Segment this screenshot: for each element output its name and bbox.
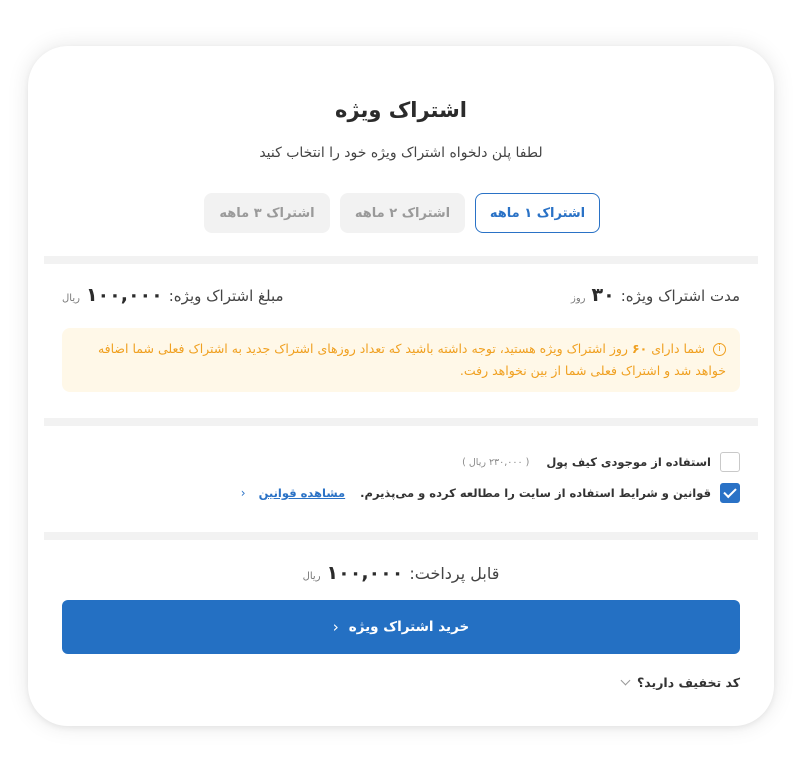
page-subtitle: لطفا پلن دلخواه اشتراک ویژه خود را انتخا… xyxy=(259,145,543,161)
chevron-down-icon xyxy=(620,675,631,686)
notice-text-before: شما دارای xyxy=(651,341,706,356)
plan-tabs: اشتراک ۱ ماهه اشتراک ۲ ماهه اشتراک ۳ ماه… xyxy=(204,193,600,233)
duration-label: مدت اشتراک ویژه: xyxy=(620,287,740,305)
section-divider xyxy=(44,532,758,540)
amount-value: ۱۰۰,۰۰۰ xyxy=(85,284,163,306)
duration-summary: مدت اشتراک ویژه: ۳۰ روز xyxy=(571,284,740,306)
wallet-label: استفاده از موجودی کیف پول xyxy=(546,455,711,469)
terms-option: قوانین و شرایط استفاده از سایت را مطالعه… xyxy=(62,481,740,505)
summary-row: مدت اشتراک ویژه: ۳۰ روز مبلغ اشتراک ویژه… xyxy=(62,284,740,310)
amount-label: مبلغ اشتراک ویژه: xyxy=(168,287,284,305)
amount-unit: ریال xyxy=(62,293,80,304)
tab-plan-1-month[interactable]: اشتراک ۱ ماهه xyxy=(475,193,600,233)
chevron-left-icon: ‹ xyxy=(332,618,339,636)
payable-label: قابل پرداخت: xyxy=(409,564,500,583)
subscription-notice: i شما دارای ۶۰ روز اشتراک ویژه هستید، تو… xyxy=(62,328,740,392)
payable-value: ۱۰۰,۰۰۰ xyxy=(326,562,404,584)
view-terms-link[interactable]: مشاهده قوانین xyxy=(259,486,346,500)
buy-subscription-button[interactable]: خرید اشتراک ویژه ‹ xyxy=(62,600,740,654)
subscription-card: اشتراک ویژه لطفا پلن دلخواه اشتراک ویژه … xyxy=(28,46,774,726)
amount-summary: مبلغ اشتراک ویژه: ۱۰۰,۰۰۰ ریال xyxy=(62,284,284,306)
buy-button-label: خرید اشتراک ویژه xyxy=(348,619,470,635)
info-icon: i xyxy=(713,343,726,356)
section-divider xyxy=(44,418,758,426)
section-divider xyxy=(44,256,758,264)
tab-plan-2-month[interactable]: اشتراک ۲ ماهه xyxy=(340,193,465,233)
tab-plan-3-month[interactable]: اشتراک ۳ ماهه xyxy=(204,193,330,233)
duration-value: ۳۰ xyxy=(591,284,615,306)
chevron-left-icon: ‹ xyxy=(240,486,246,500)
discount-code-toggle[interactable]: کد تخفیف دارید؟ xyxy=(620,675,740,690)
duration-unit: روز xyxy=(570,293,586,304)
terms-checkbox[interactable] xyxy=(720,483,740,503)
payable-unit: ریال xyxy=(302,571,321,582)
page-title: اشتراک ویژه xyxy=(335,98,467,122)
wallet-option: استفاده از موجودی کیف پول ( ۲۳۰,۰۰۰ ریال… xyxy=(62,450,740,474)
wallet-balance: ( ۲۳۰,۰۰۰ ریال ) xyxy=(462,456,530,468)
wallet-checkbox[interactable] xyxy=(720,452,740,472)
notice-days: ۶۰ xyxy=(631,341,648,356)
options-list: استفاده از موجودی کیف پول ( ۲۳۰,۰۰۰ ریال… xyxy=(62,450,740,512)
discount-label: کد تخفیف دارید؟ xyxy=(637,675,740,690)
terms-label: قوانین و شرایط استفاده از سایت را مطالعه… xyxy=(360,486,711,500)
payable-summary: قابل پرداخت: ۱۰۰,۰۰۰ ریال xyxy=(28,562,774,584)
